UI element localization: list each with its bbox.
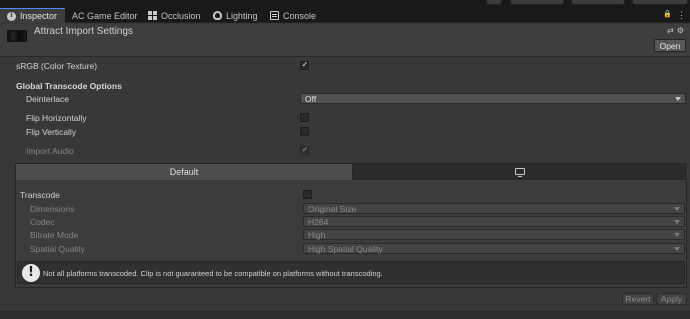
apply-button[interactable]: Apply — [656, 293, 687, 305]
page-title: Attract Import Settings — [34, 26, 133, 37]
srgb-checkbox[interactable] — [300, 60, 309, 70]
dropdown-value: High Spatial Quality — [308, 243, 383, 254]
flip-v-label: Flip Vertically — [26, 126, 77, 137]
tab-label: AC Game Editor — [72, 10, 138, 21]
deinterlace-label: Deinterlace — [26, 93, 69, 104]
tab-tools: 🔒 ⋮ — [663, 10, 686, 21]
warning-helpbox: Not all platforms transcoded. Clip is no… — [17, 261, 685, 284]
menu-icon[interactable]: ⋮ — [677, 10, 686, 21]
spatial-row: Spatial Quality High Spatial Quality — [0, 242, 690, 255]
flip-h-row: Flip Horizontally — [0, 111, 690, 124]
chevron-down-icon — [674, 233, 680, 237]
warning-text: Not all platforms transcoded. Clip is no… — [43, 269, 383, 278]
layers-dropdown[interactable] — [571, 0, 625, 5]
chevron-down-icon — [674, 247, 680, 251]
global-section-row: Global Transcode Options — [0, 79, 690, 92]
srgb-label: sRGB (Color Texture) — [16, 60, 98, 71]
tab-label: Occlusion — [161, 10, 201, 21]
spatial-dropdown[interactable]: High Spatial Quality — [303, 243, 685, 254]
spatial-label: Spatial Quality — [30, 243, 85, 254]
chevron-down-icon — [674, 207, 680, 211]
revert-button[interactable]: Revert — [622, 293, 654, 305]
transcode-label: Transcode — [20, 189, 60, 200]
dropdown-value: Off — [305, 93, 317, 104]
info-icon — [7, 11, 16, 21]
section-heading: Global Transcode Options — [16, 80, 122, 91]
import-audio-row: Import Audio — [0, 144, 690, 157]
flip-v-row: Flip Vertically — [0, 125, 690, 138]
gear-icon[interactable]: ⚙ — [677, 26, 684, 35]
flip-h-label: Flip Horizontally — [26, 112, 87, 123]
tab-label: Lighting — [226, 10, 258, 21]
video-clip-icon — [7, 30, 27, 42]
header-tools: ⇄ ⚙ — [667, 26, 684, 35]
import-audio-checkbox[interactable] — [300, 145, 309, 155]
dropdown-value: Original Size — [308, 203, 357, 214]
lock-icon[interactable]: 🔒 — [663, 10, 672, 21]
layout-dropdown[interactable] — [632, 0, 688, 5]
chevron-down-icon — [675, 97, 681, 101]
dimensions-row: Dimensions Original Size — [0, 202, 690, 215]
deinterlace-row: Deinterlace Off — [0, 92, 690, 105]
bottom-edge — [0, 311, 690, 319]
codec-dropdown[interactable]: H264 — [303, 216, 685, 227]
import-audio-label: Import Audio — [26, 145, 74, 156]
window-tab-bar: Inspector AC Game Editor Occlusion Light… — [0, 7, 690, 23]
dimensions-label: Dimensions — [30, 203, 75, 214]
flip-v-checkbox[interactable] — [300, 127, 309, 136]
tab-label: Console — [283, 10, 317, 21]
tab-standalone[interactable] — [352, 164, 687, 180]
grid-icon — [148, 11, 157, 20]
chevron-down-icon — [674, 220, 680, 224]
bitrate-dropdown[interactable]: High — [303, 229, 685, 240]
transcode-row: Transcode — [0, 188, 690, 201]
inspector-header: Attract Import Settings ⇄ ⚙ Open — [0, 24, 690, 57]
presets-icon[interactable]: ⇄ — [667, 26, 674, 35]
open-button[interactable]: Open — [654, 39, 686, 52]
srgb-row: sRGB (Color Texture) — [0, 59, 690, 72]
dropdown-value: High — [308, 229, 326, 240]
top-toolbar-strip — [0, 0, 690, 7]
tab-default[interactable]: Default — [16, 164, 352, 180]
tab-console[interactable]: Console — [263, 8, 331, 23]
flip-h-checkbox[interactable] — [300, 113, 309, 122]
transcode-checkbox[interactable] — [303, 190, 312, 199]
account-dropdown[interactable] — [510, 0, 564, 5]
dimensions-dropdown[interactable]: Original Size — [303, 203, 685, 214]
bulb-icon — [213, 11, 222, 20]
monitor-icon — [515, 168, 525, 177]
warning-icon — [22, 264, 40, 282]
codec-row: Codec H264 — [0, 215, 690, 228]
console-icon — [270, 11, 279, 20]
bitrate-label: Bitrate Mode — [30, 229, 79, 240]
tab-inspector[interactable]: Inspector — [0, 8, 65, 23]
toolbar-button[interactable] — [486, 0, 502, 5]
deinterlace-dropdown[interactable]: Off — [300, 93, 686, 104]
bitrate-row: Bitrate Mode High — [0, 228, 690, 241]
codec-label: Codec — [30, 216, 55, 227]
dropdown-value: H264 — [308, 216, 329, 227]
tab-lighting[interactable]: Lighting — [206, 8, 270, 23]
tab-ac-game-editor[interactable]: AC Game Editor — [65, 8, 145, 23]
tab-label: Inspector — [20, 11, 58, 21]
